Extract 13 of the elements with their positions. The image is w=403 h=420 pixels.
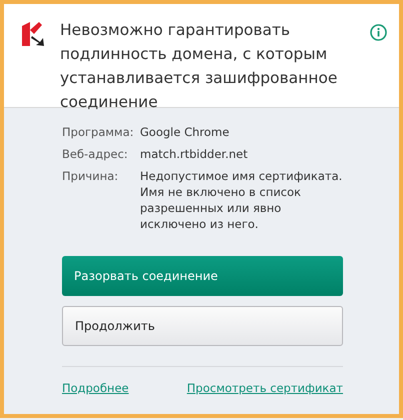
- detail-value: Недопустимое имя сертификата. Имя не включено в список разрешенных или явно исключено из него.: [140, 168, 343, 232]
- disconnect-button[interactable]: Разорвать соединение: [62, 256, 343, 296]
- link[interactable]: Подробнее: [62, 381, 129, 395]
- link[interactable]: Просмотреть сертификат: [186, 381, 343, 395]
- detail-value: Google Chrome: [140, 124, 230, 140]
- info-icon[interactable]: [370, 24, 387, 41]
- detail-label: Причина:: [62, 168, 120, 185]
- detail-label: Веб-адрес:: [62, 146, 129, 162]
- continue-button[interactable]: Продолжить: [62, 306, 343, 346]
- detail-label: Программа:: [62, 124, 134, 140]
- detail-value: match.rtbidder.net: [140, 146, 249, 162]
- logo-icon: [22, 22, 44, 46]
- dialog-title: Невозможно гарантировать подлинность домена, с которым устанавливается зашифрованное соединение: [60, 20, 338, 113]
